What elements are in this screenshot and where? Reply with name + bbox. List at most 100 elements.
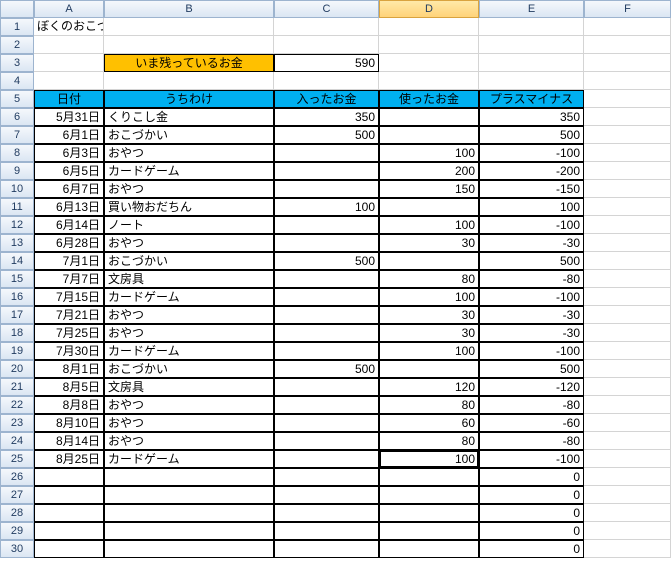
- data-desc[interactable]: カードゲーム: [104, 162, 274, 180]
- row-header-10[interactable]: 10: [0, 180, 34, 198]
- data-date[interactable]: [34, 522, 104, 540]
- data-date[interactable]: 8月5日: [34, 378, 104, 396]
- row-header-18[interactable]: 18: [0, 324, 34, 342]
- data-pm[interactable]: -150: [479, 180, 584, 198]
- data-in[interactable]: 350: [274, 108, 379, 126]
- row-header-15[interactable]: 15: [0, 270, 34, 288]
- data-out[interactable]: 30: [379, 234, 479, 252]
- cell[interactable]: [104, 72, 274, 90]
- cell[interactable]: [584, 252, 671, 270]
- data-desc[interactable]: おこづかい: [104, 360, 274, 378]
- cell[interactable]: [584, 126, 671, 144]
- row-header-14[interactable]: 14: [0, 252, 34, 270]
- cell[interactable]: [584, 396, 671, 414]
- data-date[interactable]: [34, 540, 104, 558]
- data-in[interactable]: [274, 144, 379, 162]
- data-pm[interactable]: -100: [479, 216, 584, 234]
- data-pm[interactable]: -100: [479, 144, 584, 162]
- data-in[interactable]: [274, 540, 379, 558]
- table-header-out[interactable]: 使ったお金: [379, 90, 479, 108]
- data-out[interactable]: 100: [379, 342, 479, 360]
- data-pm[interactable]: -80: [479, 432, 584, 450]
- data-date[interactable]: 6月3日: [34, 144, 104, 162]
- data-date[interactable]: [34, 468, 104, 486]
- row-header-8[interactable]: 8: [0, 144, 34, 162]
- data-date[interactable]: [34, 486, 104, 504]
- row-header-21[interactable]: 21: [0, 378, 34, 396]
- cell[interactable]: [379, 18, 479, 36]
- data-pm[interactable]: -100: [479, 288, 584, 306]
- row-header-1[interactable]: 1: [0, 18, 34, 36]
- row-header-25[interactable]: 25: [0, 450, 34, 468]
- data-date[interactable]: 6月1日: [34, 126, 104, 144]
- cell[interactable]: [379, 36, 479, 54]
- data-in[interactable]: [274, 162, 379, 180]
- col-header-A[interactable]: A: [34, 0, 104, 18]
- data-out[interactable]: 100: [379, 216, 479, 234]
- data-date[interactable]: 8月1日: [34, 360, 104, 378]
- data-out[interactable]: 80: [379, 432, 479, 450]
- cell[interactable]: [584, 306, 671, 324]
- data-date[interactable]: [34, 504, 104, 522]
- row-header-7[interactable]: 7: [0, 126, 34, 144]
- data-in[interactable]: 100: [274, 198, 379, 216]
- row-header-27[interactable]: 27: [0, 486, 34, 504]
- data-desc[interactable]: おやつ: [104, 396, 274, 414]
- cell[interactable]: [584, 504, 671, 522]
- cell[interactable]: [584, 324, 671, 342]
- data-out[interactable]: [379, 504, 479, 522]
- title-cell[interactable]: ぼくのおこづかい帳: [34, 18, 104, 36]
- row-header-9[interactable]: 9: [0, 162, 34, 180]
- cell[interactable]: [104, 18, 274, 36]
- data-pm[interactable]: -30: [479, 234, 584, 252]
- cell[interactable]: [274, 72, 379, 90]
- data-date[interactable]: 7月15日: [34, 288, 104, 306]
- data-pm[interactable]: -100: [479, 342, 584, 360]
- data-date[interactable]: 7月21日: [34, 306, 104, 324]
- cell[interactable]: [584, 432, 671, 450]
- data-desc[interactable]: 文房具: [104, 270, 274, 288]
- data-date[interactable]: 7月30日: [34, 342, 104, 360]
- data-desc[interactable]: [104, 522, 274, 540]
- data-in[interactable]: [274, 180, 379, 198]
- cell[interactable]: [379, 54, 479, 72]
- cell[interactable]: [584, 414, 671, 432]
- table-header-desc[interactable]: うちわけ: [104, 90, 274, 108]
- data-date[interactable]: 8月8日: [34, 396, 104, 414]
- data-desc[interactable]: くりこし金: [104, 108, 274, 126]
- data-date[interactable]: 6月14日: [34, 216, 104, 234]
- data-in[interactable]: [274, 468, 379, 486]
- data-in[interactable]: 500: [274, 252, 379, 270]
- data-out[interactable]: [379, 522, 479, 540]
- cell[interactable]: [34, 36, 104, 54]
- select-all-corner[interactable]: [0, 0, 34, 18]
- row-header-5[interactable]: 5: [0, 90, 34, 108]
- data-out[interactable]: [379, 468, 479, 486]
- data-desc[interactable]: ノート: [104, 216, 274, 234]
- data-in[interactable]: [274, 414, 379, 432]
- data-date[interactable]: 7月7日: [34, 270, 104, 288]
- cell[interactable]: [274, 36, 379, 54]
- cell[interactable]: [584, 522, 671, 540]
- data-date[interactable]: 6月13日: [34, 198, 104, 216]
- data-desc[interactable]: [104, 486, 274, 504]
- cell[interactable]: [584, 162, 671, 180]
- data-pm[interactable]: -30: [479, 306, 584, 324]
- col-header-B[interactable]: B: [104, 0, 274, 18]
- row-header-16[interactable]: 16: [0, 288, 34, 306]
- data-pm[interactable]: 0: [479, 486, 584, 504]
- table-header-in[interactable]: 入ったお金: [274, 90, 379, 108]
- data-pm[interactable]: 500: [479, 360, 584, 378]
- row-header-24[interactable]: 24: [0, 432, 34, 450]
- cell[interactable]: [584, 378, 671, 396]
- data-desc[interactable]: おやつ: [104, 414, 274, 432]
- data-out[interactable]: 120: [379, 378, 479, 396]
- data-pm[interactable]: 0: [479, 468, 584, 486]
- data-date[interactable]: 7月1日: [34, 252, 104, 270]
- cell[interactable]: [584, 486, 671, 504]
- data-pm[interactable]: -80: [479, 396, 584, 414]
- row-header-17[interactable]: 17: [0, 306, 34, 324]
- cell[interactable]: [479, 36, 584, 54]
- data-out[interactable]: 100: [379, 144, 479, 162]
- data-out[interactable]: [379, 540, 479, 558]
